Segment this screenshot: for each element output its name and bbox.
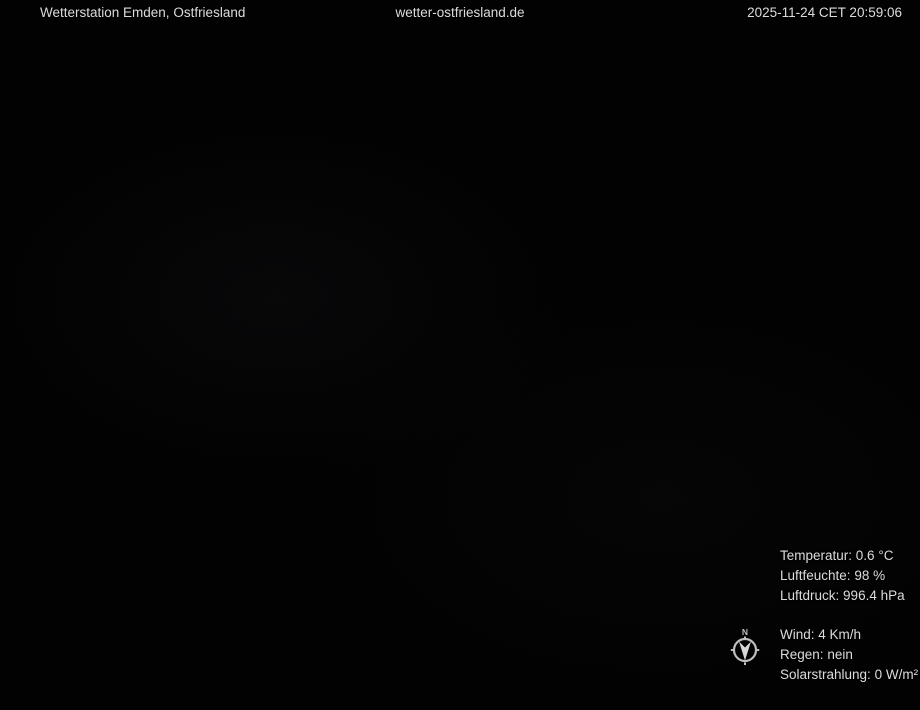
reading-temperature: Temperatur: 0.6 °C [780, 546, 918, 566]
reading-label: Wind: [780, 627, 815, 642]
reading-label: Luftdruck: [780, 588, 840, 603]
reading-value: 0 W/m² [874, 667, 919, 682]
reading-value: nein [827, 647, 853, 662]
reading-label: Regen: [780, 647, 824, 662]
reading-label: Solarstrahlung: [780, 667, 871, 682]
reading-value: 0.6 °C [855, 548, 894, 563]
reading-rain: Regen: nein [780, 645, 918, 665]
reading-label: Luftfeuchte: [780, 568, 851, 583]
reading-pressure: Luftdruck: 996.4 hPa [780, 586, 918, 606]
secondary-readings: Wind: 4 Km/h Regen: nein Solarstrahlung:… [780, 625, 918, 685]
reading-value: 98 % [854, 568, 886, 583]
primary-readings: Temperatur: 0.6 °C Luftfeuchte: 98 % Luf… [780, 546, 918, 606]
reading-label: Temperatur: [780, 548, 853, 563]
capture-timestamp: 2025-11-24 CET 20:59:06 [747, 5, 902, 20]
reading-value: 4 Km/h [818, 627, 862, 642]
wind-direction-arrow [739, 641, 751, 661]
wind-direction-compass-icon: N [730, 627, 760, 665]
reading-humidity: Luftfeuchte: 98 % [780, 566, 918, 586]
compass-north-label: N [742, 627, 748, 637]
webcam-night-image: Wetterstation Emden, Ostfriesland wetter… [0, 0, 920, 710]
reading-wind: Wind: 4 Km/h [780, 625, 918, 645]
sensor-data-overlay: Temperatur: 0.6 °C Luftfeuchte: 98 % Luf… [780, 546, 918, 685]
reading-value: 996.4 hPa [843, 588, 905, 603]
reading-solar-radiation: Solarstrahlung: 0 W/m² [780, 665, 918, 685]
